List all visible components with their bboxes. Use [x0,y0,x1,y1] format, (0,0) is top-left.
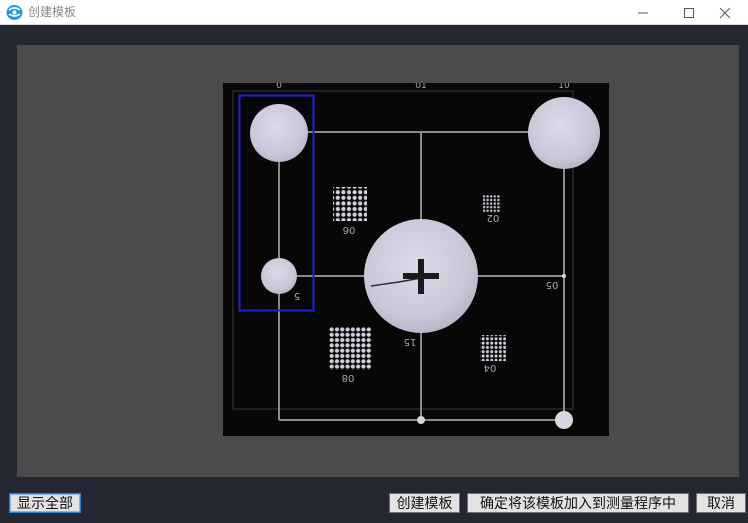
minimize-button[interactable] [620,0,666,25]
label-top-mid: 01 [415,83,426,91]
calibration-plate-drawing: 0 01 10 06 02 5 05 15 08 04 [232,81,600,429]
label-04: 04 [484,362,497,373]
minimize-icon [638,12,648,13]
label-top-left: 0 [276,83,282,91]
close-icon [719,7,731,18]
label-top-right: 10 [558,83,570,91]
calibration-image[interactable]: 0 01 10 06 02 5 05 15 08 04 [223,81,609,436]
maximize-icon [684,7,694,18]
label-08: 08 [342,372,355,383]
fiducial-bottom-right [555,411,573,429]
fiducial-left-small [261,258,297,294]
dot-grid-08 [329,327,372,370]
dot-grid-02 [483,195,501,213]
app-logo-icon [6,5,23,20]
label-15: 15 [404,336,417,347]
create-template-button[interactable]: 创建模板 [389,493,460,513]
dot-grid-06 [333,187,367,221]
confirm-add-template-button[interactable]: 确定将该模板加入到测量程序中 [467,493,689,513]
fiducial-right-dot [562,274,566,278]
cancel-button[interactable]: 取消 [696,493,746,513]
close-button[interactable] [702,0,748,25]
label-02: 02 [487,212,500,223]
show-all-button[interactable]: 显示全部 [9,493,81,513]
label-05: 05 [546,279,559,290]
fiducial-top-right [528,97,600,169]
fiducial-top-left [250,104,308,162]
fiducial-bottom-mid [417,416,425,424]
window-title: 创建模板 [28,5,77,19]
title-bar: 创建模板 [0,0,748,25]
label-06: 06 [343,224,356,235]
dot-grid-04 [480,335,506,361]
label-5: 5 [294,290,300,301]
